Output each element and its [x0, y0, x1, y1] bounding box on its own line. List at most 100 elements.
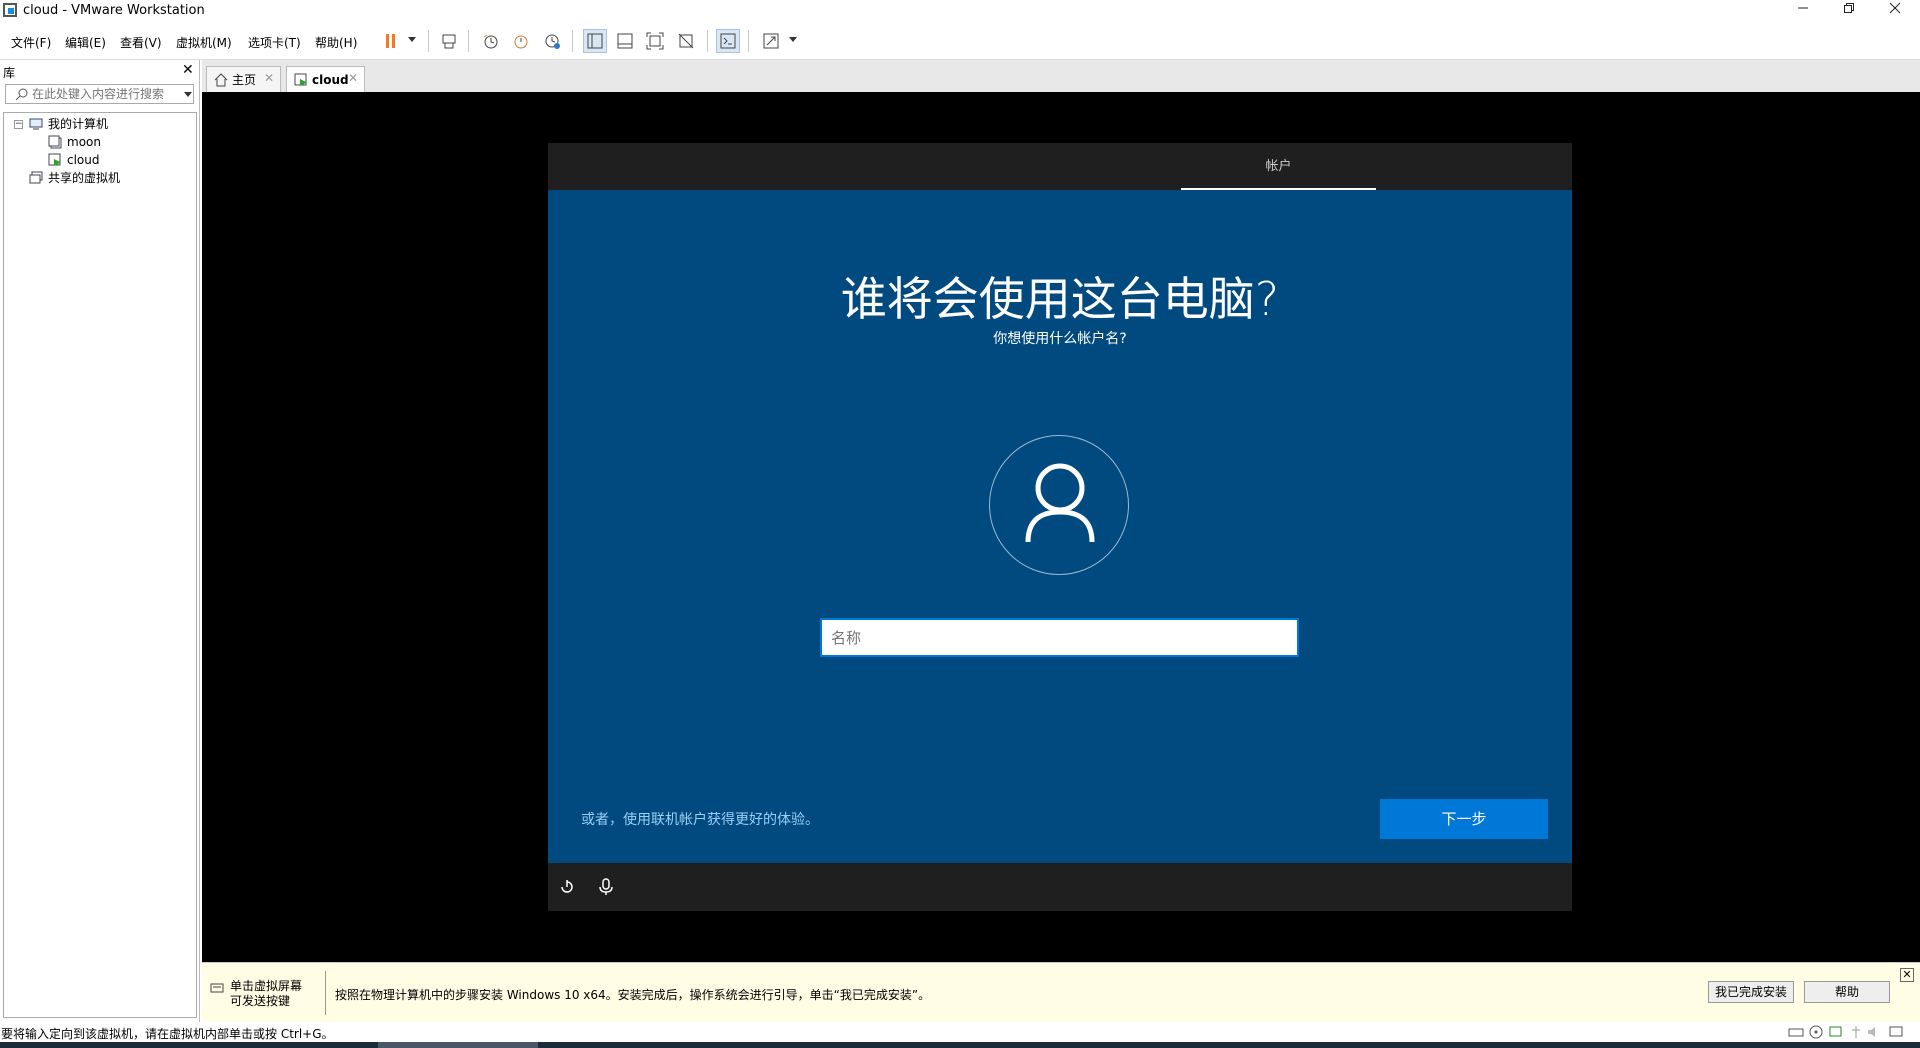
library-search-input[interactable] — [32, 86, 172, 102]
minimize-icon — [1798, 7, 1808, 9]
snapshot-manager-button[interactable] — [540, 29, 564, 53]
windows-oobe-screen[interactable]: 帐户 谁将会使用这台电脑? 你想使用什么帐户名? 或者，使用联机帐户获得更好的体… — [548, 143, 1572, 911]
restore-icon — [1844, 3, 1854, 13]
library-panel: 库 ✕ − 我的计算机 moon cloud 共享的虚拟机 — [0, 60, 200, 1022]
close-tab-icon[interactable]: ✕ — [264, 71, 274, 85]
menu-edit[interactable]: 编辑(E) — [65, 34, 106, 51]
full-screen-icon — [646, 32, 664, 50]
console-view-button[interactable] — [716, 29, 740, 53]
oobe-title: 谁将会使用这台电脑? — [840, 272, 1280, 326]
help-button[interactable]: 帮助 — [1804, 981, 1890, 1003]
ease-of-access-icon[interactable] — [555, 875, 579, 899]
vm-icon — [48, 135, 62, 149]
tree-item-cloud[interactable]: cloud — [48, 151, 100, 169]
tab-bar: 主页 ✕ cloud ✕ — [202, 60, 1920, 92]
title-bar: cloud - VMware Workstation — [0, 0, 1920, 22]
full-screen-button[interactable] — [643, 29, 667, 53]
taskbar-active-item — [378, 1042, 538, 1048]
toolbar-separator — [748, 30, 749, 52]
library-close-icon[interactable]: ✕ — [182, 62, 194, 78]
menu-vm[interactable]: 虚拟机(M) — [176, 34, 232, 51]
close-tab-icon[interactable]: ✕ — [348, 71, 358, 85]
tab-home[interactable]: 主页 ✕ — [206, 66, 281, 92]
account-name-field[interactable] — [820, 618, 1299, 657]
tree-item-shared-vms[interactable]: 共享的虚拟机 — [29, 169, 120, 187]
hint-close-icon[interactable]: ✕ — [1900, 968, 1914, 982]
stretch-button[interactable] — [759, 29, 783, 53]
oobe-footer — [548, 863, 1572, 911]
cd-rom-icon[interactable] — [1808, 1025, 1824, 1039]
online-account-link[interactable]: 或者，使用联机帐户获得更好的体验。 — [581, 809, 819, 829]
hint-message: 按照在物理计算机中的步骤安装 Windows 10 x64。安装完成后，操作系统… — [335, 988, 931, 1002]
computer-icon — [29, 117, 43, 131]
message-icon[interactable] — [1888, 1025, 1904, 1039]
unity-button[interactable] — [674, 29, 698, 53]
oobe-header: 帐户 — [548, 143, 1572, 190]
tree-item-my-computer[interactable]: 我的计算机 — [29, 115, 108, 133]
tree-item-moon[interactable]: moon — [48, 133, 101, 151]
library-view-button[interactable] — [583, 29, 607, 53]
pause-button[interactable] — [379, 29, 403, 53]
send-ctrl-alt-del-icon — [442, 34, 456, 49]
oobe-subtitle: 你想使用什么帐户名? — [993, 331, 1127, 347]
stretch-icon — [763, 33, 779, 49]
desktop-taskbar-edge — [0, 1042, 1920, 1048]
library-search-box[interactable] — [5, 84, 194, 104]
toolbar-separator — [707, 30, 708, 52]
pause-dropdown-caret[interactable] — [408, 37, 416, 42]
usb-icon[interactable] — [1848, 1025, 1864, 1039]
close-icon — [1889, 2, 1901, 14]
done-installing-button[interactable]: 我已完成安装 — [1708, 981, 1794, 1003]
revert-snapshot-button[interactable] — [509, 29, 533, 53]
hard-disk-icon[interactable] — [1788, 1025, 1804, 1039]
close-button[interactable] — [1872, 0, 1918, 22]
menu-help[interactable]: 帮助(H) — [315, 34, 357, 51]
snapshot-icon — [483, 34, 498, 49]
home-icon — [214, 72, 228, 86]
tree-label: moon — [67, 135, 101, 149]
window-title: cloud - VMware Workstation — [23, 3, 205, 18]
search-icon — [15, 88, 28, 101]
next-button[interactable]: 下一步 — [1380, 799, 1548, 839]
menu-bar: 文件(F) 编辑(E) 查看(V) 虚拟机(M) 选项卡(T) 帮助(H) — [0, 22, 1920, 60]
tab-label: 主页 — [232, 73, 257, 87]
menu-view[interactable]: 查看(V) — [120, 34, 162, 51]
account-name-input[interactable] — [822, 620, 1297, 655]
shared-vms-icon — [29, 171, 43, 185]
search-dropdown-icon[interactable] — [184, 92, 192, 97]
running-vm-icon — [48, 153, 62, 167]
oobe-tab-account: 帐户 — [1181, 143, 1376, 190]
microphone-icon[interactable] — [594, 875, 618, 899]
thumbnail-bar-button[interactable] — [613, 29, 637, 53]
vmware-logo-icon — [3, 3, 17, 17]
revert-snapshot-icon — [514, 35, 528, 49]
sound-icon[interactable] — [1866, 1025, 1882, 1039]
send-ctrl-alt-del-button[interactable] — [437, 29, 461, 53]
menu-file[interactable]: 文件(F) — [11, 34, 51, 51]
running-vm-icon — [294, 73, 307, 86]
toolbar-separator — [572, 30, 573, 52]
status-message: 要将输入定向到该虚拟机，请在虚拟机内部单击或按 Ctrl+G。 — [1, 1027, 334, 1041]
library-title: 库 — [3, 66, 16, 80]
console-icon — [720, 33, 736, 49]
stretch-dropdown-caret[interactable] — [789, 37, 797, 42]
tree-label: 共享的虚拟机 — [48, 171, 121, 185]
collapse-icon[interactable]: − — [14, 120, 23, 129]
thumbnail-bar-icon — [617, 33, 633, 49]
tree-label: cloud — [67, 153, 100, 167]
minimize-button[interactable] — [1780, 0, 1826, 22]
tab-cloud[interactable]: cloud ✕ — [286, 66, 365, 92]
restore-button[interactable] — [1826, 0, 1872, 22]
user-avatar-icon — [989, 435, 1129, 575]
snapshot-button[interactable] — [479, 29, 503, 53]
menu-tabs[interactable]: 选项卡(T) — [248, 34, 301, 51]
library-tree: − 我的计算机 moon cloud 共享的虚拟机 — [3, 112, 197, 1018]
hint-separator — [325, 971, 326, 1015]
toolbar-separator — [428, 30, 429, 52]
library-view-icon — [587, 33, 603, 49]
network-icon[interactable] — [1828, 1025, 1844, 1039]
toolbar-separator — [468, 30, 469, 52]
tree-label: 我的计算机 — [48, 117, 109, 131]
hint-click-screen: 单击虚拟屏幕 可发送按键 — [230, 979, 303, 1008]
unity-icon — [678, 33, 694, 49]
